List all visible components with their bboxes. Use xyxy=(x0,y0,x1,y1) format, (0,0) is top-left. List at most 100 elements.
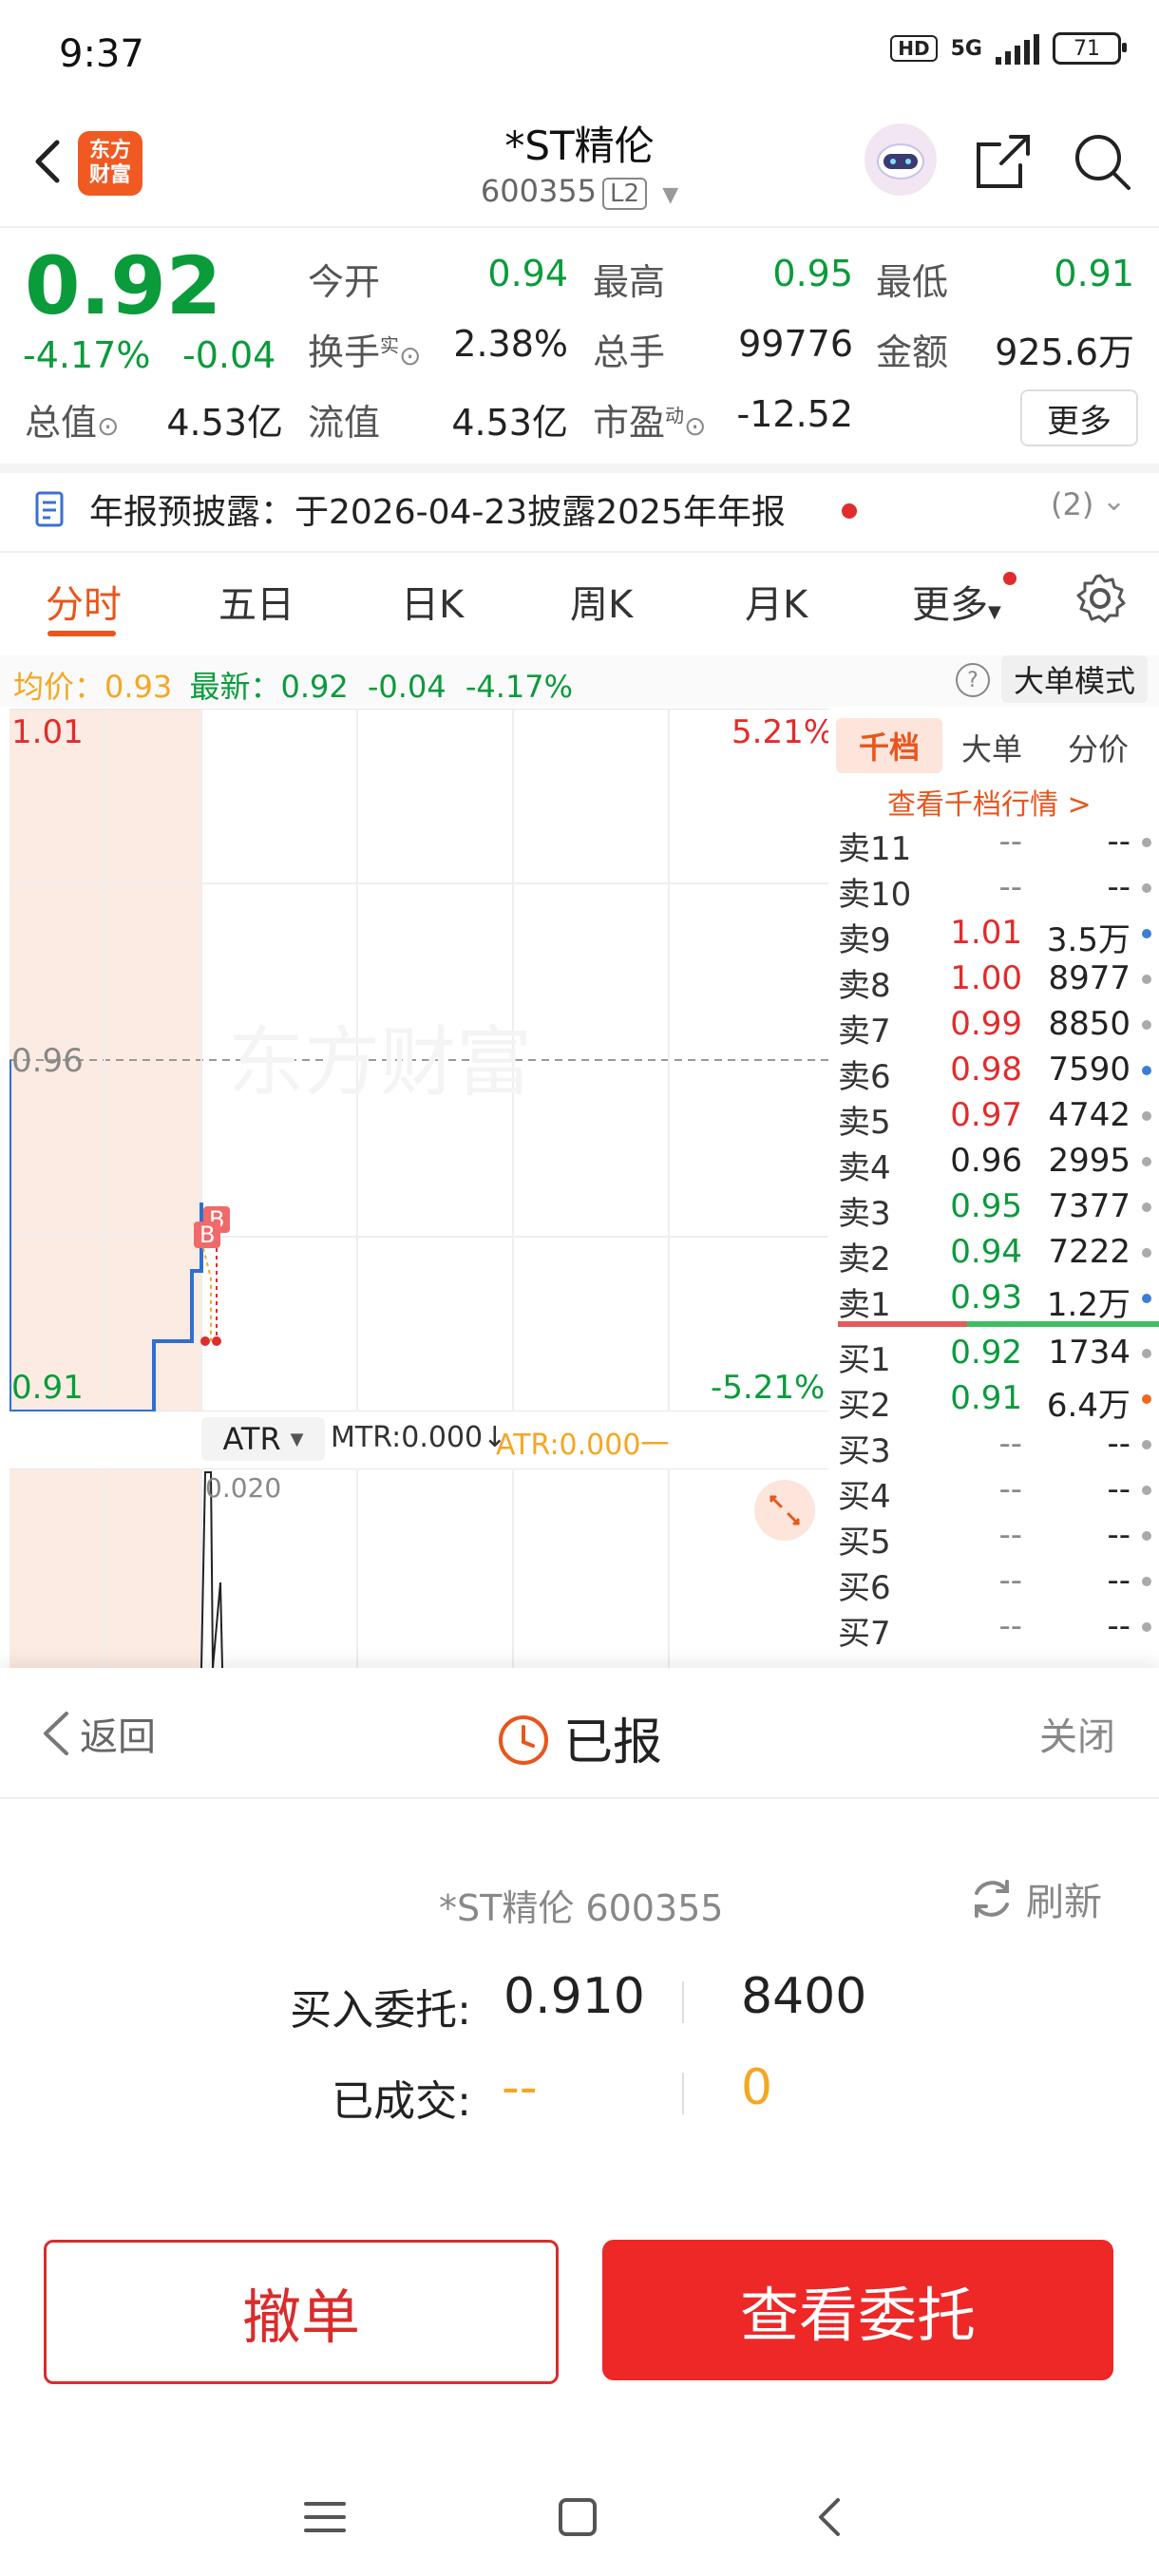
assistant-robot-icon[interactable] xyxy=(864,123,937,196)
low-label: 最低 xyxy=(876,261,949,303)
low-value: 0.91 xyxy=(1054,253,1134,294)
big-order-mode-button[interactable]: 大单模式 xyxy=(1001,655,1148,703)
nav-back-icon[interactable] xyxy=(808,2494,853,2540)
view-thousand-link[interactable]: 查看千档行情 > xyxy=(887,781,1092,823)
header-divider xyxy=(0,226,1159,228)
annual-report-notice[interactable]: 年报预披露：于2026-04-23披露2025年年报 (2) ⌄ xyxy=(0,465,1159,553)
unread-dot xyxy=(842,503,857,519)
info-circle-icon[interactable]: ⊙ xyxy=(684,410,706,442)
tab-daily-k[interactable]: 日K xyxy=(401,574,464,629)
pe-sup: 动 xyxy=(665,404,685,427)
level-price: 0.93 xyxy=(950,1279,1022,1316)
order-book-row[interactable]: 卖7 0.99 8850 xyxy=(834,1001,1159,1051)
notice-divider xyxy=(0,551,1159,553)
pe-label-text: 市盈 xyxy=(593,402,666,444)
order-book-row[interactable]: 买3 -- -- xyxy=(834,1421,1159,1470)
level-name: 买5 xyxy=(838,1524,891,1562)
level-volume: -- xyxy=(1107,1425,1130,1463)
value-divider xyxy=(682,1981,684,2023)
level-name: 卖1 xyxy=(838,1286,891,1324)
caret-down-icon: ▼ xyxy=(662,183,679,207)
level-name: 卖6 xyxy=(838,1058,891,1096)
level-name: 买3 xyxy=(838,1432,891,1470)
level-volume: 2995 xyxy=(1048,1142,1130,1180)
ob-tab-big[interactable]: 大单 xyxy=(961,726,1022,769)
turnover-sup: 实 xyxy=(380,333,400,357)
order-book-row[interactable]: 买2 0.91 6.4万 xyxy=(834,1375,1159,1425)
order-book-row[interactable]: 卖8 1.00 8977 xyxy=(834,956,1159,1005)
search-icon[interactable] xyxy=(1070,129,1134,194)
level-name: 卖9 xyxy=(838,921,891,959)
info-circle-icon[interactable]: ⊙ xyxy=(399,340,421,371)
level-price: -- xyxy=(998,823,1022,861)
float-value: 4.53亿 xyxy=(451,402,568,444)
axis-bottom-left: 0.91 xyxy=(11,1369,84,1407)
filled-label: 已成交: xyxy=(332,2077,471,2126)
tab-five-day[interactable]: 五日 xyxy=(218,574,294,629)
level-name: 卖3 xyxy=(838,1195,891,1233)
tab-monthly-k[interactable]: 月K xyxy=(745,574,808,629)
order-book-row[interactable]: 买1 0.92 1734 xyxy=(834,1330,1159,1379)
ob-tab-thousand[interactable]: 千档 xyxy=(836,718,942,773)
axis-top-right: 5.21% xyxy=(732,713,828,751)
order-book-row[interactable]: 买7 -- -- xyxy=(834,1603,1159,1653)
order-book-row[interactable]: 买5 -- -- xyxy=(834,1512,1159,1562)
atr-value: ATR:0.000一 xyxy=(496,1429,670,1462)
level-dot xyxy=(1142,929,1151,938)
level-price: 1.00 xyxy=(950,959,1022,997)
order-book-row[interactable]: 卖2 0.94 7222 xyxy=(834,1229,1159,1279)
mtr-value: MTR:0.000↓ xyxy=(331,1421,507,1454)
tab-intraday[interactable]: 分时 xyxy=(46,574,122,629)
trade-point xyxy=(200,1336,210,1346)
order-book-row[interactable]: 卖10 -- -- xyxy=(834,864,1159,914)
level-name: 卖11 xyxy=(838,830,912,868)
tab-more[interactable]: 更多▼ xyxy=(912,574,1001,629)
high-label: 最高 xyxy=(593,261,666,303)
refresh-button[interactable]: 刷新 xyxy=(967,1871,1102,1926)
sheet-close-button[interactable]: 关闭 xyxy=(1039,1706,1115,1761)
level-badge: L2 xyxy=(602,178,648,210)
caret-down-icon: ▼ xyxy=(290,1429,304,1449)
axis-mid: 0.96 xyxy=(11,1042,84,1080)
pe-label: 市盈动⊙ xyxy=(593,393,706,445)
level-dot xyxy=(1142,1440,1151,1449)
cancel-order-button[interactable]: 撤单 xyxy=(44,2240,559,2384)
level-name: 卖2 xyxy=(838,1241,891,1279)
atr-chart: 0.020 xyxy=(10,1468,828,1668)
order-book-row[interactable]: 卖6 0.98 7590 xyxy=(834,1047,1159,1096)
help-icon[interactable]: ? xyxy=(956,663,990,697)
level-name: 卖8 xyxy=(838,967,891,1005)
indicator-select[interactable]: ATR ▼ xyxy=(201,1417,325,1461)
sheet-header: 返回 已报 关闭 xyxy=(0,1668,1159,1797)
level-volume: 6.4万 xyxy=(1046,1387,1130,1425)
share-icon[interactable] xyxy=(973,131,1034,192)
order-book-row[interactable]: 卖5 0.97 4742 xyxy=(834,1092,1159,1142)
level-price: -- xyxy=(998,1562,1022,1600)
latest-pct: -4.17% xyxy=(465,669,574,705)
order-book-row[interactable]: 卖11 -- -- xyxy=(834,819,1159,868)
order-book-row[interactable]: 卖1 0.93 1.2万 xyxy=(834,1275,1159,1324)
order-book-row[interactable]: 卖3 0.95 7377 xyxy=(834,1184,1159,1233)
order-book-row[interactable]: 卖9 1.01 3.5万 xyxy=(834,910,1159,959)
order-book-row[interactable]: 卖4 0.96 2995 xyxy=(834,1138,1159,1187)
level-price: 0.98 xyxy=(950,1051,1022,1089)
notice-text: 年报预披露：于2026-04-23披露2025年年报 xyxy=(89,493,786,532)
tab-weekly-k[interactable]: 周K xyxy=(570,574,633,629)
intraday-chart[interactable]: 东方财富 B B 1.01 5.21% 0.96 0.91 -5.21% xyxy=(10,709,828,1411)
order-book-row[interactable]: 买6 -- -- xyxy=(834,1558,1159,1607)
more-quote-button[interactable]: 更多 xyxy=(1020,389,1138,446)
ob-tab-price[interactable]: 分价 xyxy=(1068,726,1129,769)
order-book-row[interactable]: 买4 -- -- xyxy=(834,1467,1159,1516)
home-icon[interactable] xyxy=(555,2494,600,2540)
chart-tabs: 分时 五日 日K 周K 月K 更多▼ xyxy=(0,560,1159,646)
level-volume: -- xyxy=(1107,1516,1130,1554)
level-dot xyxy=(1142,1294,1151,1303)
gear-icon[interactable] xyxy=(1074,572,1127,625)
open-value: 0.94 xyxy=(487,253,568,294)
level-name: 卖10 xyxy=(838,876,912,914)
info-circle-icon[interactable]: ⊙ xyxy=(97,410,119,442)
view-orders-button[interactable]: 查看委托 xyxy=(602,2240,1113,2380)
status-bar: 9:37 HD 5G 71 xyxy=(0,0,1159,104)
level-name: 买6 xyxy=(838,1569,891,1607)
menu-icon[interactable] xyxy=(302,2494,348,2540)
